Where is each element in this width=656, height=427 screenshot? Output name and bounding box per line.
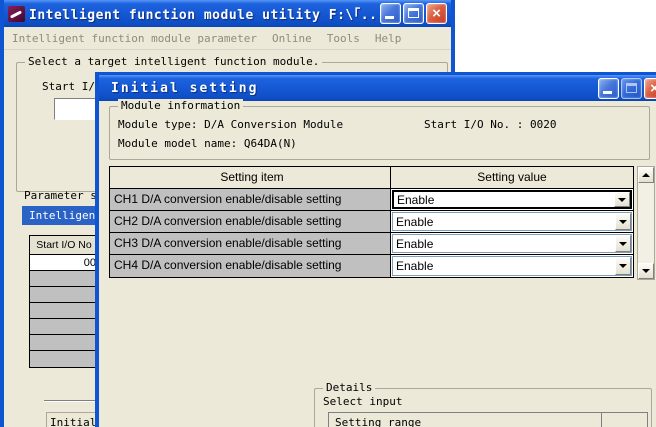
dialog-maximize-button[interactable] (621, 78, 642, 99)
initial-setting-table: Setting item Setting value CH1 D/A conve… (109, 166, 634, 278)
module-list-row-empty[interactable] (30, 303, 98, 319)
module-list-table[interactable]: Start I/O No 00 (29, 235, 99, 368)
dialog-title: Initial setting (103, 81, 594, 96)
scroll-down-button[interactable] (638, 263, 654, 279)
ch1-setting-item: CH1 D/A conversion enable/disable settin… (110, 189, 391, 210)
initial-setting-dialog: Initial setting × Module information Mod… (95, 72, 656, 427)
ch4-setting-item: CH4 D/A conversion enable/disable settin… (110, 255, 391, 277)
ch3-setting-value-combobox[interactable]: Enable (392, 234, 632, 253)
initial-setting-button[interactable]: Initial sett (46, 412, 99, 427)
minimize-icon (603, 91, 612, 94)
main-menubar: Intelligent function module parameter On… (4, 27, 451, 50)
table-vertical-scrollbar[interactable] (637, 166, 655, 280)
module-information-label: Module information (118, 99, 243, 112)
dialog-minimize-button[interactable] (598, 78, 619, 99)
start-io-label: Start I/ (42, 80, 95, 93)
maximize-icon (408, 8, 419, 18)
module-list-row-empty[interactable] (30, 335, 98, 351)
maximize-icon (626, 83, 637, 93)
dialog-start-io-text: Start I/O No. : 0020 (424, 118, 556, 131)
scroll-up-button[interactable] (638, 167, 654, 183)
menu-online[interactable]: Online (272, 32, 312, 45)
ch2-setting-item: CH2 D/A conversion enable/disable settin… (110, 211, 391, 232)
ch2-setting-value: Enable (393, 214, 615, 230)
minimize-icon (385, 16, 394, 19)
module-model-name-text: Module model name: Q64DA(N) (118, 137, 297, 150)
parameter-label: Parameter se (24, 189, 103, 202)
details-groupbox: Details Select input Setting range (314, 388, 652, 427)
setting-item-header: Setting item (110, 167, 391, 188)
table-row-ch1: CH1 D/A conversion enable/disable settin… (110, 189, 633, 211)
ch1-setting-value-combobox[interactable]: Enable (392, 190, 632, 209)
chevron-down-icon[interactable] (615, 257, 631, 275)
arrow-down-icon (642, 269, 650, 273)
module-list-header: Start I/O No (30, 236, 98, 255)
module-list-row-empty[interactable] (30, 271, 98, 287)
main-minimize-button[interactable] (380, 3, 401, 24)
menu-intelligent-function-module-parameter[interactable]: Intelligent function module parameter (12, 32, 257, 45)
main-maximize-button[interactable] (403, 3, 424, 24)
divider (44, 400, 99, 402)
menu-help[interactable]: Help (375, 32, 402, 45)
close-icon: × (427, 4, 446, 23)
table-header-row: Setting item Setting value (110, 167, 633, 189)
main-window-title: Intelligent function module utility F:\｢… (29, 4, 376, 23)
arrow-up-icon (642, 173, 650, 177)
start-io-input[interactable] (54, 98, 98, 120)
table-row-ch2: CH2 D/A conversion enable/disable settin… (110, 211, 633, 233)
ch2-setting-value-combobox[interactable]: Enable (392, 212, 632, 231)
ch4-setting-value-combobox[interactable]: Enable (392, 256, 632, 276)
dialog-titlebar[interactable]: Initial setting × (99, 75, 656, 101)
main-titlebar[interactable]: Intelligent function module utility F:\｢… (4, 0, 451, 27)
setting-range-box: Setting range (328, 412, 648, 427)
ch4-setting-value: Enable (393, 258, 615, 274)
select-input-label: Select input (323, 395, 402, 408)
module-information-groupbox: Module information Module type: D/A Conv… (109, 106, 650, 160)
ch3-setting-value: Enable (393, 236, 615, 252)
dialog-close-button[interactable]: × (644, 78, 656, 99)
parameter-type-selected-item[interactable]: Intelligent (22, 206, 99, 225)
module-list-row-empty[interactable] (30, 351, 98, 367)
ch3-setting-item: CH3 D/A conversion enable/disable settin… (110, 233, 391, 254)
setting-range-header: Setting range (329, 413, 602, 427)
close-icon: × (645, 79, 656, 98)
module-type-text: Module type: D/A Conversion Module (118, 118, 343, 131)
table-row-ch3: CH3 D/A conversion enable/disable settin… (110, 233, 633, 255)
module-list-row-empty[interactable] (30, 287, 98, 303)
chevron-down-icon[interactable] (615, 213, 631, 230)
select-target-module-label: Select a target intelligent function mod… (25, 55, 322, 68)
app-icon (8, 6, 25, 22)
main-close-button[interactable]: × (426, 3, 447, 24)
details-label: Details (323, 381, 375, 394)
setting-value-header: Setting value (391, 167, 633, 188)
ch1-setting-value: Enable (394, 192, 614, 208)
chevron-down-icon[interactable] (614, 192, 630, 207)
module-list-row-empty[interactable] (30, 319, 98, 335)
menu-tools[interactable]: Tools (327, 32, 360, 45)
chevron-down-icon[interactable] (615, 235, 631, 252)
table-row-ch4: CH4 D/A conversion enable/disable settin… (110, 255, 633, 277)
screen: Intelligent function module utility F:\｢… (0, 0, 656, 427)
module-list-row-selected[interactable]: 00 (30, 255, 98, 271)
